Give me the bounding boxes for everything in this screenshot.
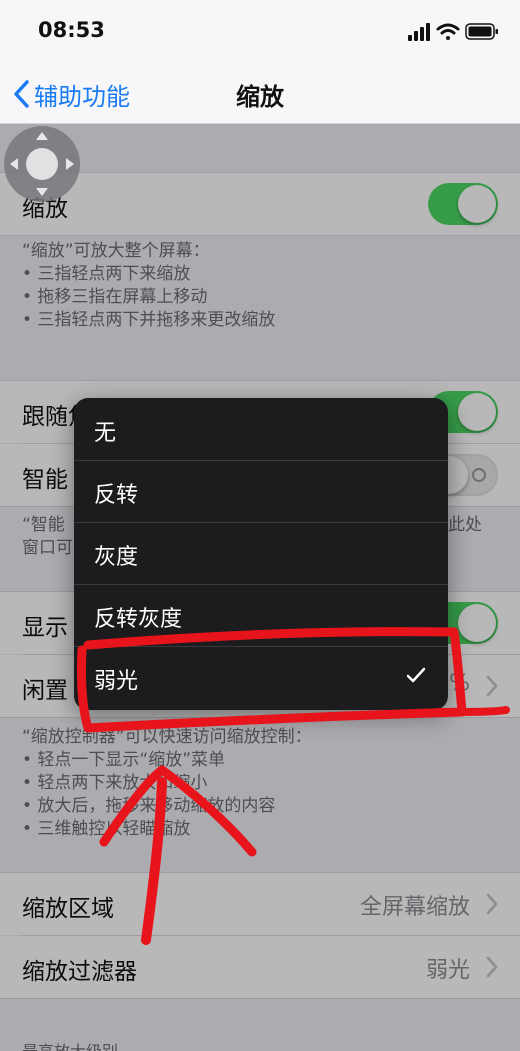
annotation-tail-stroke bbox=[436, 706, 510, 716]
red-annotation-marks bbox=[76, 627, 510, 945]
annotation-arrow-head bbox=[99, 765, 257, 857]
annotation-arrow-shaft bbox=[141, 777, 167, 945]
annotation-box-stroke bbox=[76, 627, 467, 733]
